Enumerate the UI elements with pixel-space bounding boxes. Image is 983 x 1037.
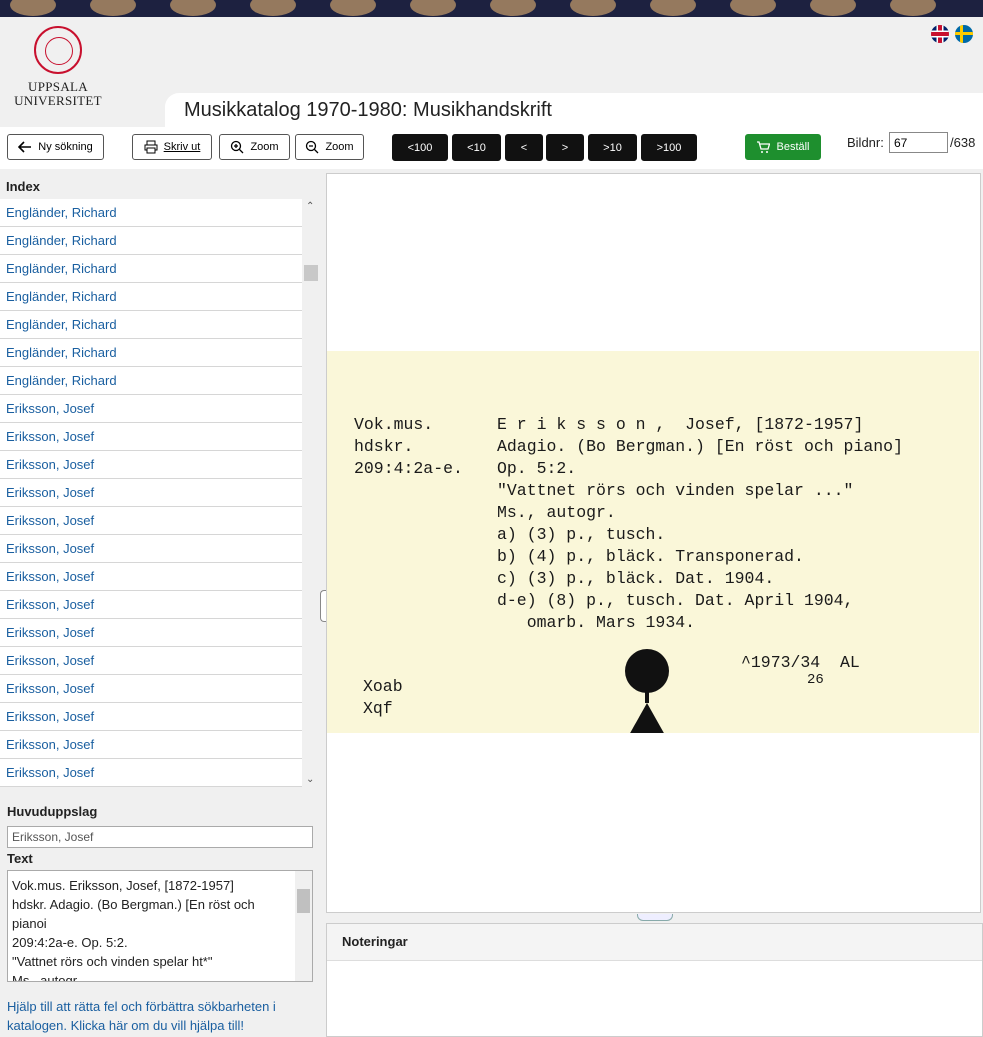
- card-punch-stem: [645, 689, 649, 703]
- card-date-sub: 26: [807, 672, 824, 688]
- index-item[interactable]: Engländer, Richard: [0, 339, 302, 367]
- text-line: Vok.mus. Eriksson, Josef, [1872-1957]: [12, 878, 234, 893]
- scroll-thumb[interactable]: [304, 265, 318, 281]
- logo-line1: UPPSALA: [28, 79, 88, 94]
- card-date-note: ^1973/34 AL: [741, 653, 860, 672]
- back-100-button[interactable]: <100: [392, 134, 448, 161]
- new-search-label: Ny sökning: [38, 141, 93, 153]
- toolbar: Ny sökning Skriv ut Zoom Zoom <100 <10 <…: [0, 127, 983, 169]
- index-item[interactable]: Eriksson, Josef: [0, 619, 302, 647]
- page-title: Musikkatalog 1970-1980: Musikhandskrift: [184, 99, 552, 121]
- back-10-button[interactable]: <10: [452, 134, 501, 161]
- index-item[interactable]: Engländer, Richard: [0, 311, 302, 339]
- scroll-down-icon[interactable]: ⌄: [306, 774, 314, 785]
- index-item[interactable]: Eriksson, Josef: [0, 647, 302, 675]
- catalog-card-image: Vok.mus. hdskr. 209:4:2a-e. E r i k s s …: [327, 351, 979, 733]
- main-entry-label: Huvuduppslag: [7, 804, 98, 819]
- card-punch-hole: [625, 649, 669, 693]
- index-item[interactable]: Eriksson, Josef: [0, 703, 302, 731]
- printer-icon: [144, 140, 158, 154]
- previous-button[interactable]: <: [505, 134, 543, 161]
- scroll-up-icon[interactable]: ⌃: [306, 201, 314, 212]
- forward-100-button[interactable]: >100: [641, 134, 697, 161]
- text-label: Text: [7, 851, 33, 866]
- text-field[interactable]: Vok.mus. Eriksson, Josef, [1872-1957] hd…: [7, 870, 313, 982]
- new-search-button[interactable]: Ny sökning: [7, 134, 104, 160]
- university-logo[interactable]: UPPSALA UNIVERSITET: [8, 26, 108, 118]
- index-item[interactable]: Engländer, Richard: [0, 283, 302, 311]
- text-line: pianoi: [12, 916, 47, 931]
- index-item[interactable]: Eriksson, Josef: [0, 535, 302, 563]
- index-item[interactable]: Eriksson, Josef: [0, 451, 302, 479]
- title-bar: Musikkatalog 1970-1980: Musikhandskrift: [165, 93, 983, 127]
- index-item[interactable]: Eriksson, Josef: [0, 675, 302, 703]
- index-item[interactable]: Eriksson, Josef: [0, 395, 302, 423]
- main-entry-field[interactable]: Eriksson, Josef: [7, 826, 313, 848]
- print-button[interactable]: Skriv ut: [132, 134, 212, 160]
- index-item[interactable]: Eriksson, Josef: [0, 507, 302, 535]
- order-label: Beställ: [776, 141, 810, 153]
- index-item[interactable]: Eriksson, Josef: [0, 759, 302, 787]
- index-scrollbar[interactable]: ⌃ ⌄: [302, 199, 320, 787]
- swedish-flag-icon[interactable]: [955, 25, 973, 43]
- help-link[interactable]: Hjälp till att rätta fel och förbättra s…: [7, 997, 312, 1035]
- print-label: Skriv ut: [163, 141, 201, 153]
- index-item[interactable]: Eriksson, Josef: [0, 563, 302, 591]
- card-shelfmark: Vok.mus. hdskr. 209:4:2a-e.: [354, 415, 463, 478]
- zoom-out-button[interactable]: Zoom: [295, 134, 364, 160]
- index-item[interactable]: Engländer, Richard: [0, 199, 302, 227]
- notes-panel: Noteringar: [326, 923, 983, 1037]
- index-heading: Index: [6, 179, 40, 194]
- text-line: "Vattnet rörs och vinden spelar ht*": [12, 954, 213, 969]
- card-punch-foot: [629, 703, 665, 733]
- zoom-out-icon: [306, 140, 319, 154]
- index-item[interactable]: Engländer, Richard: [0, 227, 302, 255]
- zoom-out-label: Zoom: [325, 141, 354, 153]
- next-button[interactable]: >: [546, 134, 584, 161]
- english-flag-icon[interactable]: [931, 25, 949, 43]
- text-scroll-thumb[interactable]: [297, 889, 310, 913]
- cart-icon: [757, 141, 771, 153]
- text-scrollbar[interactable]: [295, 871, 312, 981]
- index-item[interactable]: Eriksson, Josef: [0, 423, 302, 451]
- image-number-label: Bildnr:: [847, 135, 884, 150]
- index-item[interactable]: Eriksson, Josef: [0, 731, 302, 759]
- arrow-left-icon: [18, 141, 32, 153]
- index-list: Engländer, Richard Engländer, Richard En…: [0, 199, 302, 787]
- logo-line2: UNIVERSITET: [14, 93, 102, 108]
- top-banner: [0, 0, 983, 17]
- card-codes: Xoab Xqf: [363, 677, 403, 718]
- zoom-in-label: Zoom: [250, 141, 279, 153]
- card-main-text: E r i k s s o n , Josef, [1872-1957] Ada…: [497, 415, 903, 632]
- zoom-in-icon: [231, 140, 244, 154]
- order-button[interactable]: Beställ: [745, 134, 821, 160]
- zoom-in-button[interactable]: Zoom: [219, 134, 290, 160]
- text-line: hdskr. Adagio. (Bo Bergman.) [En röst oc…: [12, 897, 255, 912]
- index-item[interactable]: Eriksson, Josef: [0, 591, 302, 619]
- text-line: 209:4:2a-e. Op. 5:2.: [12, 935, 128, 950]
- notes-heading: Noteringar: [327, 924, 982, 961]
- split-handle-icon[interactable]: [637, 914, 673, 921]
- image-number-input[interactable]: [889, 132, 948, 153]
- index-item[interactable]: Eriksson, Josef: [0, 479, 302, 507]
- forward-10-button[interactable]: >10: [588, 134, 637, 161]
- text-line: Ms., autogr.: [12, 973, 80, 982]
- index-item[interactable]: Engländer, Richard: [0, 367, 302, 395]
- image-total: /638: [950, 135, 976, 150]
- seal-icon: [34, 26, 82, 74]
- index-item[interactable]: Engländer, Richard: [0, 255, 302, 283]
